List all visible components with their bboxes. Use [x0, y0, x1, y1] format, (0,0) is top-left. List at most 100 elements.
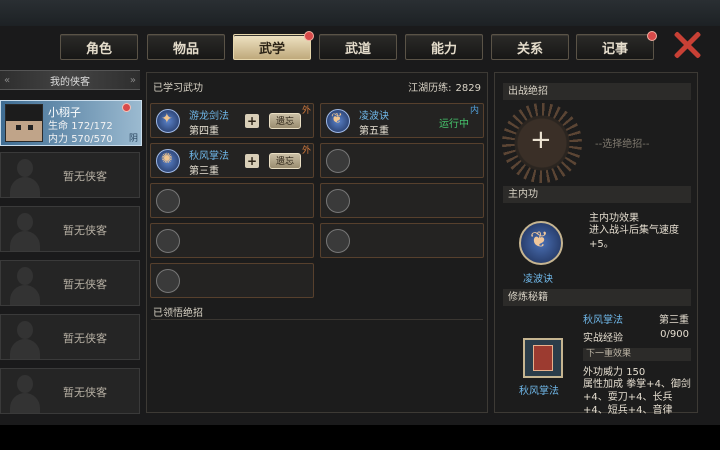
silhouette-icon [7, 211, 43, 251]
ultimate-section-title: 出战绝招 [503, 83, 691, 100]
skill-type-tag: 内 [469, 106, 479, 116]
learned-title: 已学习武功 [153, 83, 203, 94]
tab-label: 关系 [516, 41, 543, 57]
inner-section-title: 主内功 [503, 186, 691, 203]
skill-name: 游龙剑法 [189, 111, 229, 122]
reputation-value: 2829 [455, 83, 481, 94]
book-cover [533, 345, 553, 371]
tab-martial-arts[interactable]: 武学 [233, 31, 314, 60]
hero-mp: 内力 570/570 [48, 130, 113, 145]
palm-icon: ✺ [156, 149, 180, 173]
hero-card[interactable]: 小栩子 生命 172/172 内力 570/570 阴 [0, 100, 142, 146]
silhouette-icon [7, 265, 43, 305]
notification-dot [122, 103, 131, 112]
boot-icon: ❦ [326, 109, 350, 133]
skill-type-tag: 外 [301, 106, 311, 116]
plus-icon: + [530, 125, 552, 155]
tab-relations[interactable]: 关系 [491, 34, 569, 60]
avatar-hair [6, 105, 42, 121]
avatar-eye [16, 125, 21, 130]
roster-header[interactable]: 我的侠客 [0, 70, 140, 90]
tab-character[interactable]: 角色 [60, 34, 138, 60]
empty-circle-icon [156, 269, 180, 293]
close-icon[interactable] [670, 30, 704, 60]
exp-label: 实战经验 [583, 333, 623, 344]
mp-label: 内力 [48, 134, 68, 145]
roster-header-label: 我的侠客 [50, 76, 90, 88]
alignment-badge: 阴 [129, 134, 139, 144]
avatar [5, 104, 43, 142]
tab-label: 角色 [85, 41, 112, 57]
empty-skill-slot[interactable] [320, 143, 484, 178]
tab-label: 能力 [430, 41, 457, 57]
empty-hero-slot[interactable]: 暂无侠客 [0, 368, 140, 414]
attribute-bonus: 属性加成 拳掌+4、御剑+4、耍刀+4、长兵+4、短兵+4、音律 [583, 378, 693, 417]
empty-skill-slot[interactable] [320, 223, 484, 258]
empty-hero-slot[interactable]: 暂无侠客 [0, 152, 140, 198]
skill-name: 秋风掌法 [189, 151, 229, 162]
choose-ultimate-placeholder[interactable]: --选择绝招-- [595, 135, 649, 150]
tab-journal[interactable]: 记事 [576, 31, 657, 60]
empty-hero-slot[interactable]: 暂无侠客 [0, 206, 140, 252]
empty-circle-icon [326, 189, 350, 213]
bottom-backdrop [0, 425, 720, 450]
skill-level: 第五重 [359, 126, 389, 137]
tab-label: 记事 [601, 41, 628, 57]
power-value: 150 [626, 367, 646, 378]
empty-circle-icon [326, 149, 350, 173]
inner-skill-name: 凌波诀 [523, 274, 553, 285]
exp-value: 0/900 [660, 329, 689, 340]
empty-slot-label: 暂无侠客 [63, 386, 107, 399]
empty-hero-slot[interactable]: 暂无侠客 [0, 314, 140, 360]
forget-button[interactable]: 遗忘 [269, 113, 301, 129]
empty-skill-slot[interactable] [150, 223, 314, 258]
skill-slot[interactable]: ✦ 游龙剑法 第四重 + 遗忘 外 [150, 103, 314, 138]
avatar-eye [28, 125, 33, 130]
empty-skill-slot[interactable] [150, 183, 314, 218]
tab-abilities[interactable]: 能力 [405, 34, 483, 60]
inner-effect-desc: 进入战斗后集气速度+5。 [589, 225, 679, 250]
skill-name: 凌波诀 [359, 111, 389, 122]
upgrade-button[interactable]: + [245, 114, 259, 128]
divider [151, 319, 483, 320]
ultimate-slot[interactable]: + [502, 103, 582, 183]
reputation: 江湖历练: 2829 [404, 79, 481, 94]
tab-items[interactable]: 物品 [147, 34, 225, 60]
train-skill-name: 秋风掌法 [583, 315, 623, 326]
upgrade-button[interactable]: + [245, 154, 259, 168]
reputation-label: 江湖历练: [408, 83, 452, 94]
skill-slot[interactable]: ✺ 秋风掌法 第三重 + 遗忘 外 [150, 143, 314, 178]
skill-level: 第四重 [189, 126, 219, 137]
empty-circle-icon [156, 229, 180, 253]
mp-value: 570/570 [71, 134, 113, 145]
skill-slot[interactable]: ❦ 凌波诀 第五重 运行中 内 [320, 103, 484, 138]
empty-skill-slot[interactable] [320, 183, 484, 218]
empty-slot-label: 暂无侠客 [63, 170, 107, 183]
forget-button[interactable]: 遗忘 [269, 153, 301, 169]
notification-dot [304, 31, 314, 41]
tab-label: 物品 [172, 41, 199, 57]
next-effect-header: 下一重效果 [583, 348, 691, 361]
running-status: 运行中 [439, 119, 469, 130]
tab-label: 武学 [258, 41, 285, 57]
inner-effect-label: 主内功效果 [589, 213, 639, 224]
attr-label: 属性加成 [583, 379, 623, 390]
tab-martial-way[interactable]: 武道 [319, 34, 397, 60]
empty-circle-icon [326, 229, 350, 253]
comprehended-title: 已领悟绝招 [153, 308, 203, 319]
train-section-title: 修炼秘籍 [503, 289, 691, 306]
empty-slot-label: 暂无侠客 [63, 278, 107, 291]
learned-skills-panel: 已学习武功 江湖历练: 2829 ✦ 游龙剑法 第四重 + 遗忘 外 ❦ 凌波诀 … [146, 72, 488, 413]
empty-hero-slot[interactable]: 暂无侠客 [0, 260, 140, 306]
book-name: 秋风掌法 [519, 386, 559, 397]
inner-skill-icon[interactable]: ❦ [519, 221, 563, 265]
train-skill-level: 第三重 [659, 315, 689, 326]
notification-dot [647, 31, 657, 41]
silhouette-icon [7, 319, 43, 359]
sword-icon: ✦ [156, 109, 180, 133]
empty-skill-slot[interactable] [150, 263, 314, 298]
tab-label: 武道 [344, 41, 371, 57]
empty-slot-label: 暂无侠客 [63, 224, 107, 237]
book-icon[interactable] [523, 338, 563, 378]
skill-type-tag: 外 [301, 146, 311, 156]
